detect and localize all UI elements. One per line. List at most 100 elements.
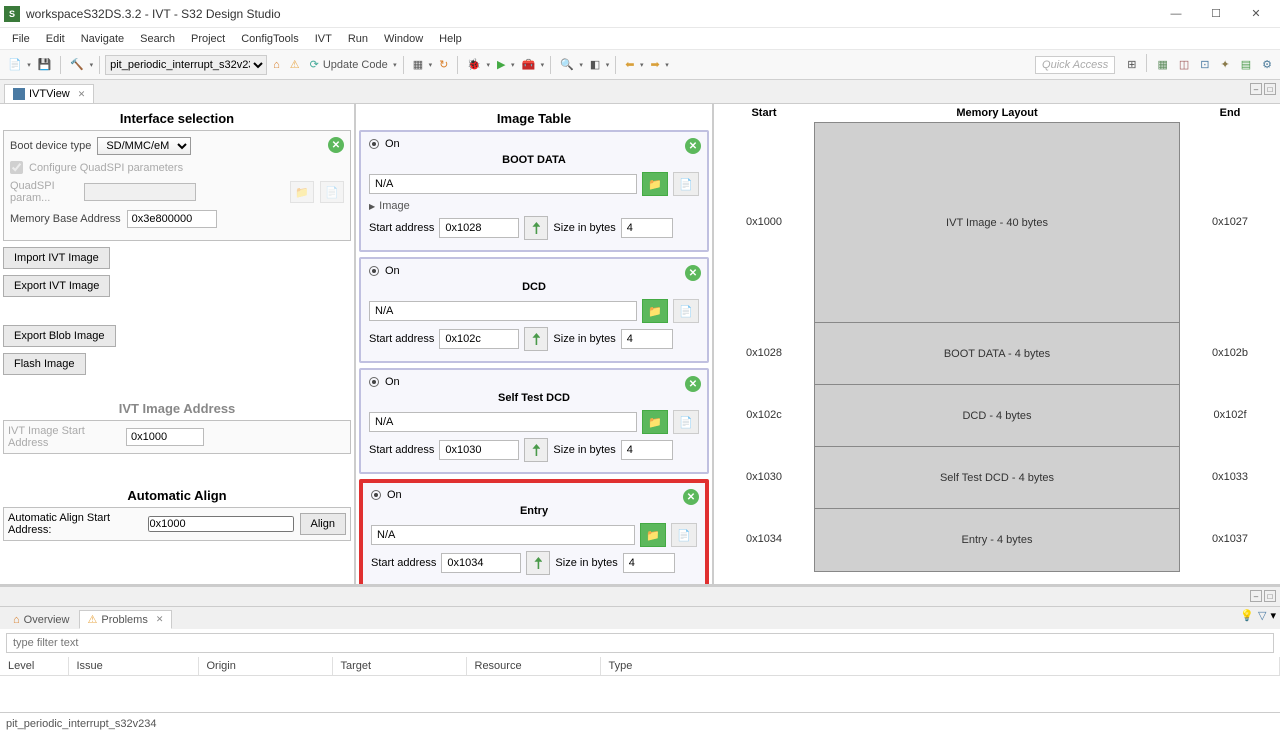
maximize-button[interactable]: ☐ [1196, 0, 1236, 28]
menu-navigate[interactable]: Navigate [73, 31, 132, 47]
auto-align-input[interactable] [148, 516, 294, 532]
maximize-view-icon[interactable]: □ [1264, 590, 1276, 602]
filter-icon[interactable]: ▽ [1258, 609, 1266, 622]
folder-icon[interactable]: 📁 [640, 523, 666, 547]
import-ivt-button[interactable]: Import IVT Image [3, 247, 110, 269]
warning-icon[interactable]: ⚠ [286, 54, 304, 76]
lightbulb-icon[interactable]: 💡 [1240, 609, 1254, 622]
path-input[interactable] [369, 174, 637, 194]
menu-file[interactable]: File [4, 31, 38, 47]
maximize-view-icon[interactable]: □ [1264, 83, 1276, 95]
menu-project[interactable]: Project [183, 31, 233, 47]
doc-icon[interactable]: 📄 [673, 172, 699, 196]
persp-1-icon[interactable]: ▦ [1153, 54, 1171, 76]
folder-icon[interactable]: 📁 [642, 299, 668, 323]
perspective-icon[interactable]: ▦ [409, 54, 433, 76]
menu-edit[interactable]: Edit [38, 31, 73, 47]
entry-close-icon[interactable]: ✕ [683, 489, 699, 505]
marker-icon[interactable] [524, 327, 548, 351]
col-resource[interactable]: Resource [466, 657, 600, 676]
hammer-button[interactable]: 🔨 [66, 54, 94, 76]
doc-icon[interactable]: 📄 [671, 523, 697, 547]
ext-tools-icon[interactable]: 🧰 [517, 54, 545, 76]
memory-row[interactable]: BOOT DATA - 4 bytes [815, 323, 1179, 385]
overview-tab[interactable]: ⌂Overview [4, 611, 79, 629]
boot-device-select[interactable]: SD/MMC/eMMC [97, 137, 191, 155]
on-radio[interactable] [369, 139, 379, 149]
minimize-button[interactable]: — [1156, 0, 1196, 28]
col-target[interactable]: Target [332, 657, 466, 676]
export-blob-button[interactable]: Export Blob Image [3, 325, 116, 347]
start-addr-input[interactable] [441, 553, 521, 573]
search-icon[interactable]: 🔍 [556, 54, 584, 76]
close-panel-icon[interactable]: ✕ [328, 137, 344, 153]
memory-row[interactable]: DCD - 4 bytes [815, 385, 1179, 447]
marker-icon[interactable] [526, 551, 550, 575]
persp-5-icon[interactable]: ▤ [1237, 54, 1255, 76]
home-icon[interactable]: ⌂ [269, 54, 284, 76]
on-radio[interactable] [369, 377, 379, 387]
start-addr-input[interactable] [439, 329, 519, 349]
problems-tab[interactable]: ⚠Problems✕ [79, 610, 173, 629]
update-code-button[interactable]: ⟳Update Code [306, 54, 398, 76]
memory-row[interactable]: Entry - 4 bytes [815, 509, 1179, 571]
minimize-view-icon[interactable]: – [1250, 83, 1262, 95]
marker-icon[interactable] [524, 216, 548, 240]
align-button[interactable]: Align [300, 513, 346, 535]
debug-icon[interactable]: 🐞 [463, 54, 491, 76]
image-expand[interactable]: ▶Image [369, 200, 699, 212]
quick-access[interactable]: Quick Access [1035, 56, 1115, 74]
start-addr-input[interactable] [439, 440, 519, 460]
ivtview-tab[interactable]: IVTView ✕ [4, 84, 94, 103]
on-radio[interactable] [371, 490, 381, 500]
persp-6-icon[interactable]: ⚙ [1258, 54, 1276, 76]
mem-base-input[interactable] [127, 210, 217, 228]
minimize-view-icon[interactable]: – [1250, 590, 1262, 602]
marker-icon[interactable] [524, 438, 548, 462]
doc-icon[interactable]: 📄 [673, 410, 699, 434]
persp-4-icon[interactable]: ✦ [1217, 54, 1234, 76]
run-icon[interactable]: ▶ [493, 54, 515, 76]
size-input[interactable] [621, 218, 673, 238]
col-issue[interactable]: Issue [68, 657, 198, 676]
size-input[interactable] [621, 329, 673, 349]
persp-3-icon[interactable]: ⊡ [1196, 54, 1213, 76]
memory-row[interactable]: IVT Image - 40 bytes [815, 123, 1179, 323]
persp-open-icon[interactable]: ⊞ [1123, 54, 1140, 76]
menu-configtools[interactable]: ConfigTools [233, 31, 306, 47]
memory-row[interactable]: Self Test DCD - 4 bytes [815, 447, 1179, 509]
save-button[interactable]: 💾 [34, 54, 56, 76]
tab-close-icon[interactable]: ✕ [156, 614, 164, 625]
project-selector[interactable]: pit_periodic_interrupt_s32v234 [105, 55, 267, 75]
start-addr-input[interactable] [439, 218, 519, 238]
flash-image-button[interactable]: Flash Image [3, 353, 86, 375]
on-radio[interactable] [369, 266, 379, 276]
path-input[interactable] [369, 412, 637, 432]
back-icon[interactable]: ⬅ [621, 54, 644, 76]
menu-run[interactable]: Run [340, 31, 376, 47]
tab-close-icon[interactable]: ✕ [78, 89, 86, 100]
col-level[interactable]: Level [0, 657, 68, 676]
filter-input[interactable] [6, 633, 1274, 653]
forward-icon[interactable]: ➡ [647, 54, 670, 76]
col-origin[interactable]: Origin [198, 657, 332, 676]
menu-window[interactable]: Window [376, 31, 431, 47]
folder-icon[interactable]: 📁 [642, 410, 668, 434]
ivt-start-input[interactable] [126, 428, 204, 446]
folder-icon[interactable]: 📁 [642, 172, 668, 196]
size-input[interactable] [623, 553, 675, 573]
menu-help[interactable]: Help [431, 31, 470, 47]
doc-icon[interactable]: 📄 [673, 299, 699, 323]
refresh-icon[interactable]: ↻ [435, 54, 452, 76]
size-input[interactable] [621, 440, 673, 460]
entry-close-icon[interactable]: ✕ [685, 376, 701, 392]
path-input[interactable] [369, 301, 637, 321]
close-button[interactable]: ✕ [1236, 0, 1276, 28]
entry-close-icon[interactable]: ✕ [685, 265, 701, 281]
persp-2-icon[interactable]: ◫ [1175, 54, 1193, 76]
path-input[interactable] [371, 525, 635, 545]
entry-close-icon[interactable]: ✕ [685, 138, 701, 154]
menu-ivt[interactable]: IVT [307, 31, 340, 47]
view-menu-icon[interactable]: ▾ [1270, 609, 1276, 622]
menu-search[interactable]: Search [132, 31, 183, 47]
